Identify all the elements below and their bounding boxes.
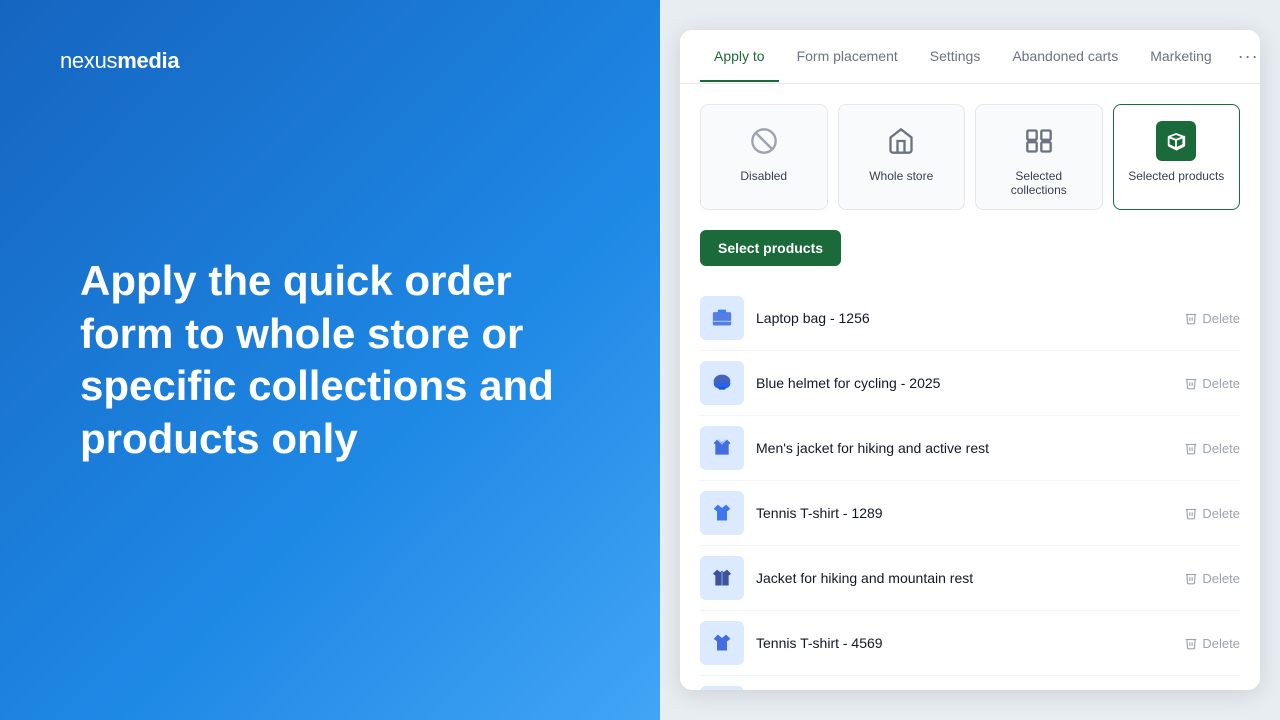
table-row: Jacket for hiking and mountain rest Dele… — [700, 546, 1240, 611]
tab-apply-to[interactable]: Apply to — [700, 32, 779, 82]
delete-button-2[interactable]: Delete — [1184, 376, 1240, 391]
tab-marketing[interactable]: Marketing — [1136, 32, 1225, 82]
tab-form-placement[interactable]: Form placement — [783, 32, 912, 82]
table-row: Laptop bag - 1256 Delete — [700, 286, 1240, 351]
options-grid: Disabled Whole store — [700, 104, 1240, 210]
product-name-6: Tennis T-shirt - 4569 — [756, 635, 1172, 651]
table-row: Tennis T-shirt - 1289 Delete — [700, 481, 1240, 546]
option-selected-collections-label: Selected collections — [986, 169, 1092, 197]
option-disabled-label: Disabled — [740, 169, 787, 183]
option-selected-products[interactable]: Selected products — [1113, 104, 1241, 210]
delete-button-4[interactable]: Delete — [1184, 506, 1240, 521]
product-thumb-5 — [700, 556, 744, 600]
more-options-button[interactable]: ··· — [1230, 30, 1260, 83]
hero-text: Apply the quick order form to whole stor… — [80, 255, 580, 465]
product-thumb-2 — [700, 361, 744, 405]
product-thumb-6 — [700, 621, 744, 665]
delete-button-5[interactable]: Delete — [1184, 571, 1240, 586]
product-name-4: Tennis T-shirt - 1289 — [756, 505, 1172, 521]
option-selected-collections[interactable]: Selected collections — [975, 104, 1103, 210]
product-thumb-3 — [700, 426, 744, 470]
option-whole-store[interactable]: Whole store — [838, 104, 966, 210]
table-row: Tennis T-shirt - 4569 Delete — [700, 611, 1240, 676]
product-thumb-1 — [700, 296, 744, 340]
card-body: Disabled Whole store — [680, 84, 1260, 690]
store-icon — [881, 121, 921, 161]
logo-text-normal: nexus — [60, 48, 117, 73]
tab-bar: Apply to Form placement Settings Abandon… — [680, 30, 1260, 84]
tab-settings[interactable]: Settings — [916, 32, 995, 82]
product-thumb-4 — [700, 491, 744, 535]
right-panel: Apply to Form placement Settings Abandon… — [660, 0, 1280, 720]
delete-button-3[interactable]: Delete — [1184, 441, 1240, 456]
table-row: Men's jacket for hiking and active rest … — [700, 416, 1240, 481]
settings-card: Apply to Form placement Settings Abandon… — [680, 30, 1260, 690]
product-name-1: Laptop bag - 1256 — [756, 310, 1172, 326]
product-list: Laptop bag - 1256 Delete — [700, 286, 1240, 690]
product-name-5: Jacket for hiking and mountain rest — [756, 570, 1172, 586]
logo: nexusmedia — [60, 48, 179, 74]
collections-icon — [1019, 121, 1059, 161]
products-icon — [1156, 121, 1196, 161]
product-thumb-7 — [700, 686, 744, 690]
option-whole-store-label: Whole store — [869, 169, 933, 183]
product-name-2: Blue helmet for cycling - 2025 — [756, 375, 1172, 391]
select-products-button[interactable]: Select products — [700, 230, 841, 266]
left-panel: nexusmedia Apply the quick order form to… — [0, 0, 660, 720]
table-row: Snowboard - 2580 Delete — [700, 676, 1240, 690]
option-disabled[interactable]: Disabled — [700, 104, 828, 210]
option-selected-products-label: Selected products — [1128, 169, 1224, 183]
table-row: Blue helmet for cycling - 2025 Delete — [700, 351, 1240, 416]
delete-button-1[interactable]: Delete — [1184, 311, 1240, 326]
logo-text-bold: media — [117, 48, 179, 73]
product-name-3: Men's jacket for hiking and active rest — [756, 440, 1172, 456]
disabled-icon — [744, 121, 784, 161]
delete-button-6[interactable]: Delete — [1184, 636, 1240, 651]
tab-abandoned-carts[interactable]: Abandoned carts — [998, 32, 1132, 82]
